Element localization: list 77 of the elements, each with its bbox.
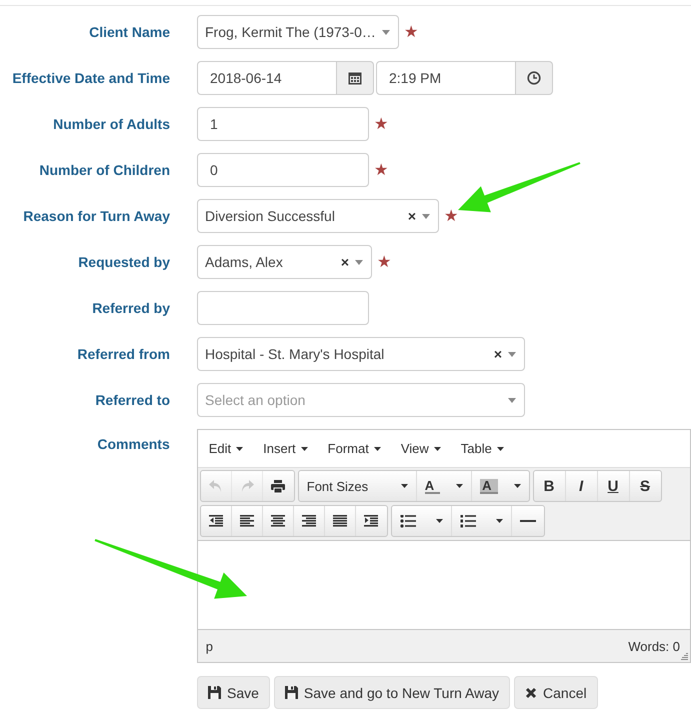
caret-icon	[355, 260, 363, 264]
select-field[interactable]: Frog, Kermit The (1973-0…	[197, 15, 399, 49]
calendar-icon	[348, 71, 362, 85]
text-field[interactable]: 0	[197, 153, 369, 187]
toolbar-button[interactable]: Font Sizes	[298, 471, 417, 501]
align-icon	[332, 515, 347, 527]
menu-item[interactable]: View	[390, 441, 451, 456]
date-field[interactable]: 2018-06-14	[197, 61, 337, 95]
clear-button[interactable]: ×	[494, 346, 502, 362]
text-field[interactable]	[197, 291, 369, 325]
undo-icon	[208, 480, 223, 492]
field-label: Referred by	[91, 300, 170, 316]
required-mark: ★	[374, 161, 388, 180]
caret-icon	[508, 352, 516, 356]
text-field[interactable]: 1	[197, 107, 369, 141]
caret-icon	[300, 446, 308, 450]
caret-icon	[514, 484, 521, 488]
field-label: Referred to	[94, 392, 170, 408]
caret-icon	[496, 446, 504, 450]
field-label: Client Name	[88, 24, 170, 40]
clear-button[interactable]: ×	[340, 254, 349, 270]
horizontal-line-icon	[520, 520, 536, 522]
field-label: Effective Date and Time	[11, 70, 170, 86]
printer-icon	[271, 480, 286, 492]
select-field[interactable]: Diversion Successful ×	[197, 199, 439, 233]
field-label: Reason for Turn Away	[22, 208, 170, 224]
caret-icon	[434, 446, 441, 450]
caret-icon	[456, 484, 464, 488]
align-icon	[240, 515, 254, 527]
menu-item[interactable]: Table	[450, 441, 514, 456]
time-field[interactable]: 2:19 PM	[376, 61, 516, 95]
required-mark: ★	[444, 207, 458, 226]
field-label: Comments	[96, 435, 170, 452]
field-label: Referred from	[76, 346, 170, 362]
caret-icon	[236, 446, 244, 450]
field-label: Requested by	[77, 254, 170, 270]
element-path: p	[206, 638, 213, 654]
caret-icon	[422, 214, 430, 218]
toolbar-button[interactable]: S	[630, 471, 661, 501]
field-label: Number of Adults	[52, 116, 170, 132]
menu-item[interactable]: Insert	[253, 441, 318, 456]
clear-button[interactable]: ×	[408, 208, 416, 224]
calendar-button[interactable]	[337, 61, 374, 95]
caret-icon	[374, 446, 381, 450]
toolbar-button[interactable]: U	[598, 471, 630, 501]
field-label: Number of Children	[38, 162, 170, 178]
menu-item[interactable]: Edit	[198, 441, 254, 456]
required-mark: ★	[377, 253, 391, 272]
numbered-list-icon	[460, 514, 476, 528]
required-mark: ★	[374, 115, 388, 134]
word-count: Words: 0	[628, 638, 680, 654]
toolbar-button[interactable]: A	[472, 471, 529, 501]
select-field[interactable]: Hospital - St. Mary's Hospital ×	[197, 337, 525, 371]
outdent-icon	[208, 515, 223, 527]
toolbar-button[interactable]: A	[416, 471, 472, 501]
redo-icon	[240, 480, 254, 492]
toolbar-button[interactable]: I	[566, 471, 598, 501]
indent-icon	[364, 515, 378, 527]
align-icon	[302, 515, 316, 527]
caret-icon	[436, 519, 443, 523]
align-icon	[270, 515, 285, 527]
select-field[interactable]: Adams, Alex ×	[197, 245, 372, 279]
time-button[interactable]	[516, 61, 553, 95]
bullet-list-icon	[400, 514, 416, 528]
cancel-button[interactable]: Cancel	[514, 676, 598, 709]
required-mark: ★	[404, 23, 418, 42]
clock-icon	[527, 71, 541, 85]
save-button[interactable]: Save and go to New Turn Away	[274, 676, 510, 709]
caret-icon	[382, 30, 390, 34]
menu-item[interactable]: Format	[318, 441, 391, 456]
save-button[interactable]: Save	[197, 676, 270, 709]
toolbar-button[interactable]: B	[534, 471, 566, 501]
resize-handle-icon[interactable]	[681, 653, 688, 660]
caret-icon	[496, 519, 503, 523]
caret-icon	[400, 484, 408, 488]
caret-icon	[508, 398, 516, 402]
close-icon	[525, 686, 538, 698]
